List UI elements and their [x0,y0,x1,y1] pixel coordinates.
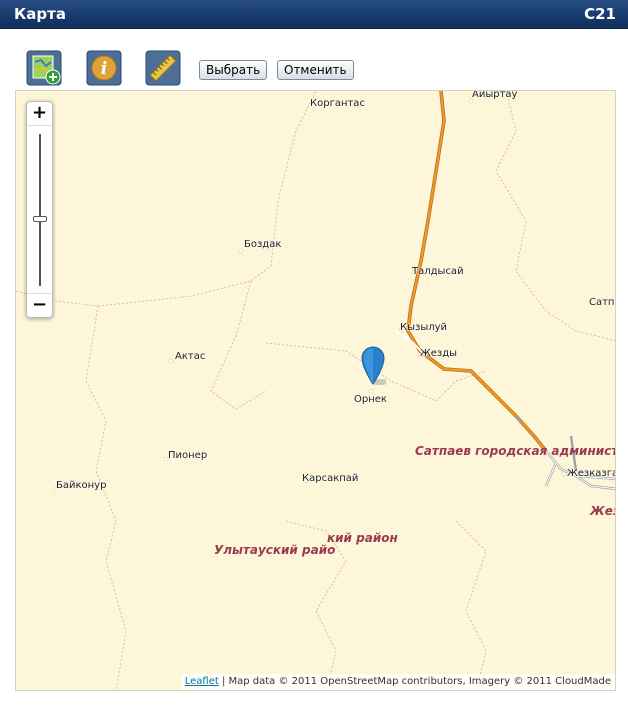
window-title: Карта [14,5,66,23]
place-label: Сатп [589,297,615,308]
place-label: Карсакпай [302,473,359,484]
zoom-in-button[interactable]: + [27,102,52,126]
place-label: Кызылуй [400,322,448,333]
place-label: Байконур [56,480,107,491]
info-button[interactable]: i [86,50,122,86]
place-label: Коргантас [310,98,365,109]
window-titlebar: Карта C21 [0,0,628,29]
cancel-button[interactable]: Отменить [277,60,354,80]
info-icon: i [86,50,122,86]
select-button[interactable]: Выбрать [199,60,268,80]
place-label: Пионер [168,450,208,461]
place-label: Жезказга [567,468,616,479]
region-label: Улытауский райо [214,543,336,557]
ruler-icon [145,50,181,86]
zoom-slider-handle[interactable] [33,216,47,222]
svg-text:i: i [101,59,107,79]
map-attribution: Leaflet | Map data © 2011 OpenStreetMap … [180,674,615,690]
place-label: Аиыртау [472,90,518,100]
map-background [16,91,615,690]
location-marker-icon[interactable] [360,344,386,386]
region-label: Сатпаев городская админист [415,444,616,458]
ruler-button[interactable] [145,50,181,86]
region-label: кий район [327,531,398,545]
zoom-out-button[interactable]: − [27,293,52,317]
map-view[interactable]: Коргантас Аиыртау Боздак Талдысай Сатп К… [15,90,616,691]
zoom-control: + − [26,101,53,318]
place-label: Орнек [354,394,387,405]
window-code: C21 [584,5,616,23]
add-layer-button[interactable] [26,50,62,86]
add-layer-icon [26,50,62,86]
region-label: Жез [590,504,615,518]
place-label: Актас [175,351,206,362]
zoom-slider-track[interactable] [39,134,41,286]
place-label: Талдысай [412,266,464,277]
place-label: Боздак [244,239,282,250]
attribution-text: | Map data © 2011 OpenStreetMap contribu… [218,676,611,687]
leaflet-link[interactable]: Leaflet [185,676,219,687]
place-label: Жезды [420,348,458,359]
